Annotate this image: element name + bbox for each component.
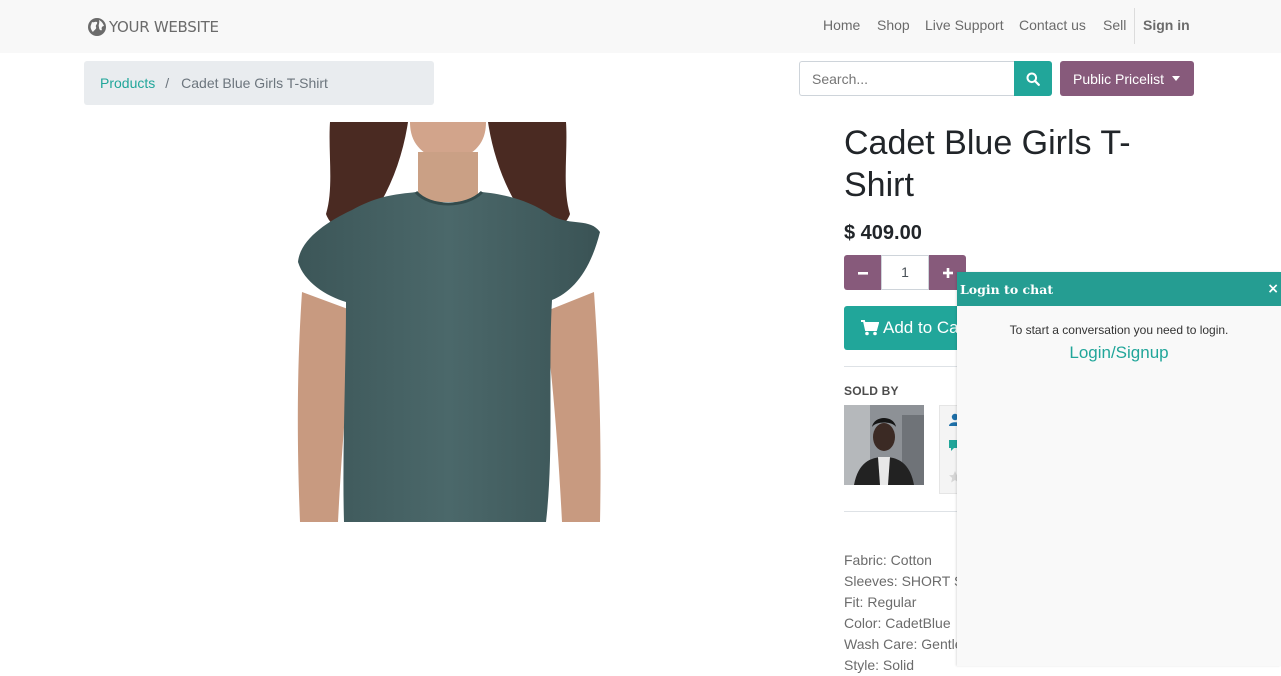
site-logo[interactable]: YOUR WEBSITE xyxy=(87,16,219,38)
nav-home[interactable]: Home xyxy=(823,17,860,33)
nav-contact-us[interactable]: Contact us xyxy=(1019,17,1086,33)
pricelist-label: Public Pricelist xyxy=(1073,70,1165,87)
search-icon xyxy=(1026,72,1040,86)
nav-live-support[interactable]: Live Support xyxy=(925,17,1004,33)
chat-header[interactable]: Login to chat × xyxy=(957,272,1281,306)
logo-text: YOUR WEBSITE xyxy=(109,18,219,36)
top-navbar: YOUR WEBSITE Home Shop Live Support Cont… xyxy=(0,0,1281,53)
close-icon[interactable]: × xyxy=(1267,281,1279,297)
plus-icon xyxy=(942,267,953,278)
nav-sell[interactable]: Sell xyxy=(1103,17,1126,33)
chat-login-message: To start a conversation you need to logi… xyxy=(1009,323,1229,337)
breadcrumb-separator: / xyxy=(165,75,170,91)
shopping-cart-icon xyxy=(861,320,879,336)
login-signup-link[interactable]: Login/Signup xyxy=(957,343,1281,363)
breadcrumb-current: Cadet Blue Girls T-Shirt xyxy=(181,75,328,91)
search-button[interactable] xyxy=(1014,61,1052,96)
nav-sign-in[interactable]: Sign in xyxy=(1143,17,1190,33)
quantity-input[interactable]: 1 xyxy=(881,255,929,290)
seller-avatar[interactable] xyxy=(844,405,924,485)
chat-panel: Login to chat × To start a conversation … xyxy=(957,272,1281,666)
product-image[interactable] xyxy=(290,122,606,522)
nav-divider xyxy=(1134,8,1135,44)
globe-icon xyxy=(88,18,106,36)
breadcrumb: Products / Cadet Blue Girls T-Shirt xyxy=(84,61,434,105)
chat-header-title: Login to chat xyxy=(960,281,1054,297)
pricelist-dropdown[interactable]: Public Pricelist xyxy=(1060,61,1194,96)
caret-down-icon xyxy=(1172,76,1181,81)
nav-shop[interactable]: Shop xyxy=(877,17,910,33)
quantity-decrease-button[interactable] xyxy=(844,255,881,290)
sold-by-label: SOLD BY xyxy=(844,384,899,398)
minus-icon xyxy=(857,271,868,275)
product-price: $ 409.00 xyxy=(844,222,922,244)
breadcrumb-products-link[interactable]: Products xyxy=(100,75,155,91)
product-title: Cadet Blue Girls T-Shirt xyxy=(844,124,1131,204)
search-input[interactable] xyxy=(799,61,1014,96)
